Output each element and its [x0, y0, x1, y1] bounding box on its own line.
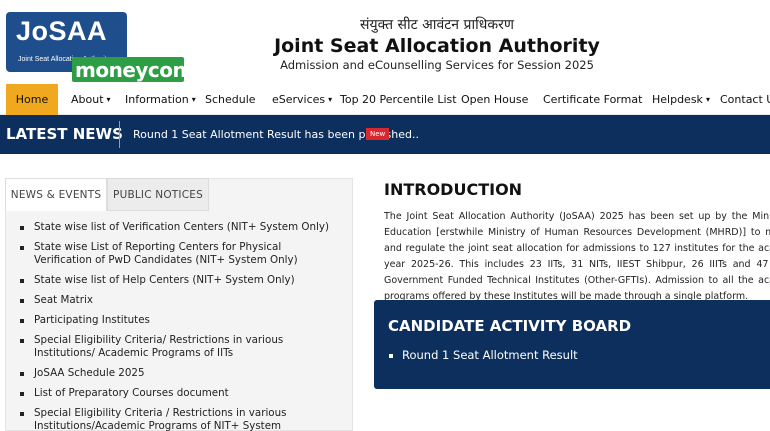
nav-item-schedule[interactable]: Schedule [205, 84, 256, 115]
tab-news-events[interactable]: NEWS & EVENTS [5, 178, 107, 211]
latest-news-bar: LATEST NEWS Round 1 Seat Allotment Resul… [0, 115, 770, 154]
intro-heading: INTRODUCTION [384, 180, 523, 199]
nav-label: Information [125, 93, 189, 106]
nav-item-helpdesk[interactable]: Helpdesk ▾ [652, 84, 710, 115]
nav-label: About [71, 93, 104, 106]
list-item[interactable]: Special Eligibility Criteria / Restricti… [20, 407, 340, 431]
page-title: Joint Seat Allocation Authority [274, 35, 600, 57]
news-divider [119, 121, 120, 148]
nav-label: Helpdesk [652, 93, 703, 106]
intro-paragraph: The Joint Seat Allocation Authority (JoS… [384, 211, 770, 302]
nav-label: Home [15, 93, 49, 106]
main-nav: Home About ▾ Information ▾ Schedule eServi… [0, 84, 770, 115]
news-list: State wise list of Verification Centers … [20, 221, 340, 431]
latest-news-label: LATEST NEWS [6, 125, 123, 143]
nav-item-eservices[interactable]: eServices ▾ [272, 84, 332, 115]
candidate-activity-board: CANDIDATE ACTIVITY BOARD Round 1 Seat Al… [374, 300, 770, 389]
page-subtitle: Admission and eCounselling Services for … [280, 58, 594, 72]
board-heading: CANDIDATE ACTIVITY BOARD [388, 317, 632, 335]
nav-label: Open House [461, 93, 529, 106]
list-item[interactable]: State wise list of Verification Centers … [20, 221, 340, 234]
site-header: JoSAA Joint Seat Allocation Authority mo… [0, 0, 770, 84]
list-item[interactable]: State wise List of Reporting Centers for… [20, 241, 340, 267]
board-link-round1-result[interactable]: Round 1 Seat Allotment Result [389, 348, 578, 362]
list-item[interactable]: State wise list of Help Centers (NIT+ Sy… [20, 274, 340, 287]
list-item[interactable]: Seat Matrix [20, 294, 340, 307]
chevron-down-icon: ▾ [191, 95, 196, 104]
nav-label: Top 20 Percentile List [340, 93, 457, 106]
nav-item-top-20-percentile[interactable]: Top 20 Percentile List [340, 84, 457, 115]
nav-item-about[interactable]: About ▾ [71, 84, 111, 115]
chevron-down-icon: ▾ [106, 95, 111, 104]
nav-label: Contact Us [720, 93, 770, 106]
new-badge: New [366, 128, 390, 140]
nav-item-information[interactable]: Information ▾ [125, 84, 196, 115]
list-item[interactable]: Special Eligibility Criteria/ Restrictio… [20, 334, 340, 360]
nav-item-certificate-format[interactable]: Certificate Format [543, 84, 642, 115]
chevron-down-icon: ▾ [705, 95, 710, 104]
tab-public-notices[interactable]: PUBLIC NOTICES [107, 178, 209, 211]
nav-label: Schedule [205, 93, 256, 106]
nav-item-open-house[interactable]: Open House [461, 84, 528, 115]
hindi-title: संयुक्त सीट आवंटन प्राधिकरण [360, 17, 514, 33]
nav-label: eServices [272, 93, 326, 106]
list-item[interactable]: List of Preparatory Courses document [20, 387, 340, 400]
list-item[interactable]: Participating Institutes [20, 314, 340, 327]
nav-item-contact-us[interactable]: Contact Us [720, 84, 770, 115]
chevron-down-icon: ▾ [328, 95, 333, 104]
list-item[interactable]: JoSAA Schedule 2025 [20, 367, 340, 380]
nav-label: Certificate Format [543, 93, 643, 106]
nav-item-home[interactable]: Home [6, 84, 58, 115]
